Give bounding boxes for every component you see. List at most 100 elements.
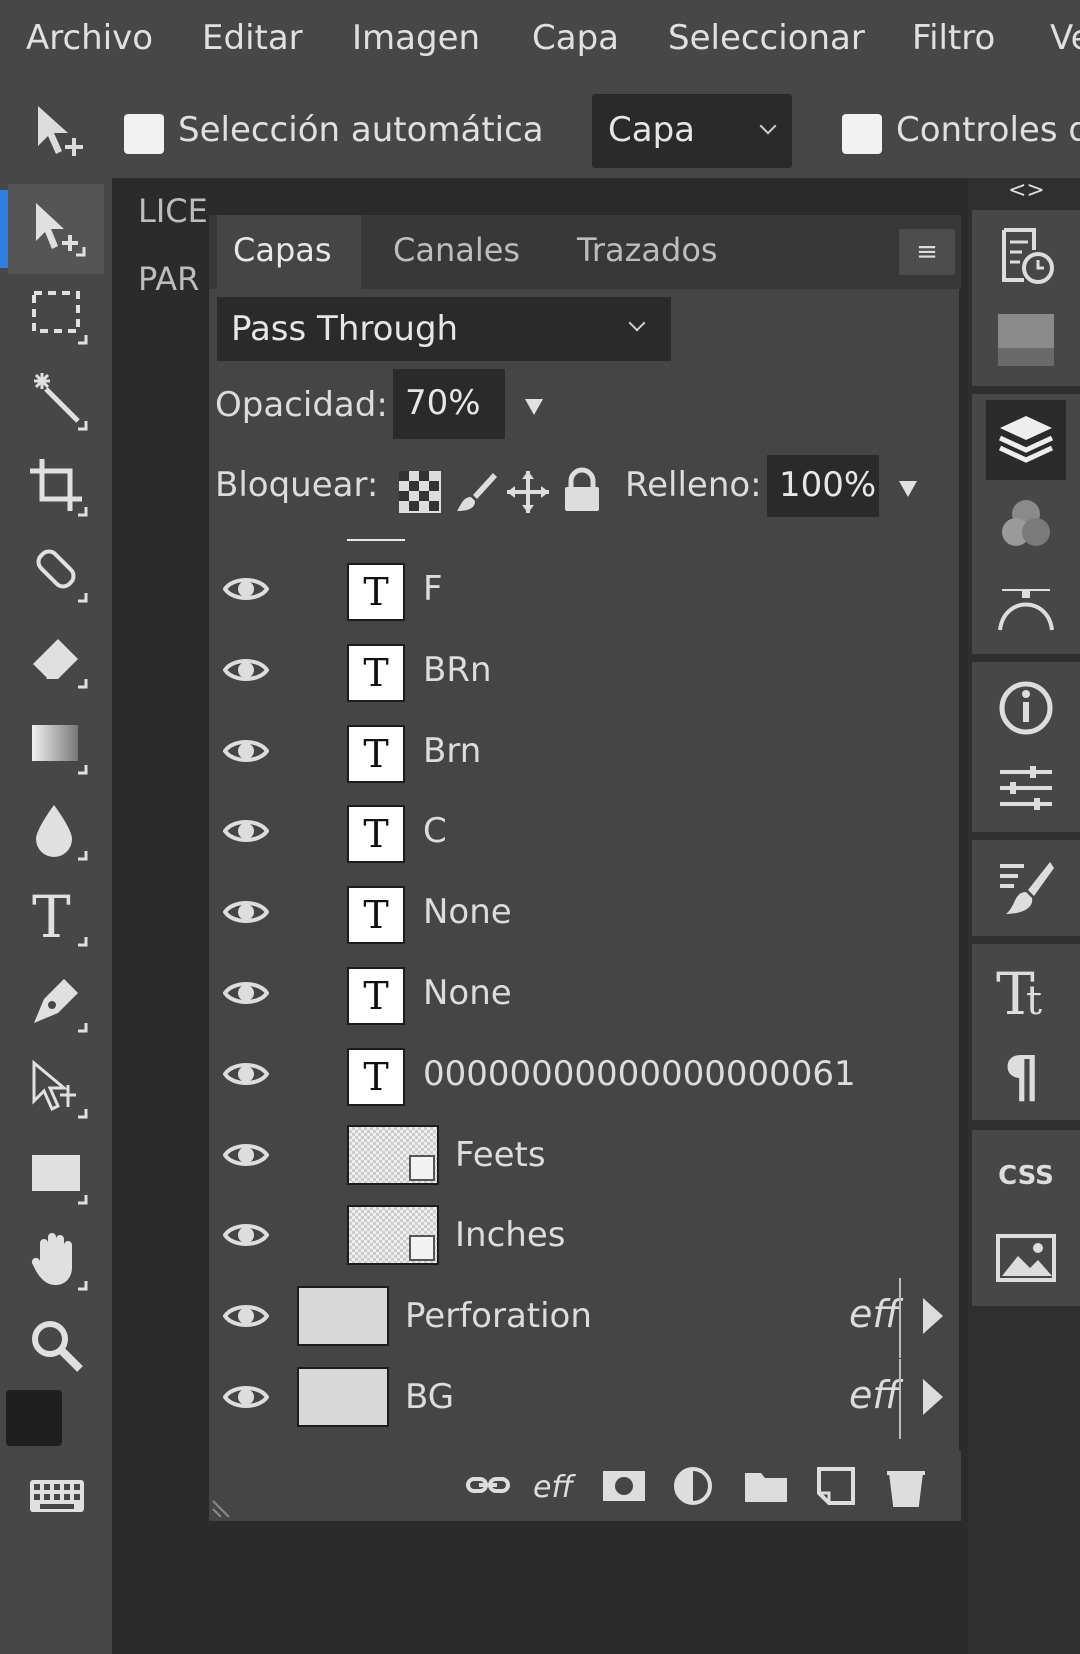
layer-effects-label[interactable]: eff: [849, 1292, 900, 1336]
menu-seleccionar[interactable]: Seleccionar: [668, 18, 865, 58]
blend-mode-dropdown[interactable]: Pass Through: [217, 297, 671, 361]
menu-imagen[interactable]: Imagen: [352, 18, 480, 58]
bandage-icon: [36, 549, 88, 603]
visibility-eye-icon[interactable]: [223, 1298, 269, 1334]
auto-select-label: Selección automática: [178, 110, 544, 150]
fill-input[interactable]: 100%: [767, 455, 879, 517]
opacity-dropdown-arrow-icon[interactable]: [525, 399, 543, 415]
lock-paint-brush-icon[interactable]: [453, 469, 499, 515]
foreground-color-swatch[interactable]: [6, 1390, 62, 1446]
right-group-6: CSS: [972, 1130, 1080, 1306]
crop-tool[interactable]: [12, 446, 102, 526]
transform-controls-checkbox[interactable]: [842, 114, 882, 154]
magic-wand-tool[interactable]: [12, 360, 102, 440]
keyboard-shortcuts[interactable]: [12, 1460, 102, 1530]
menu-editar[interactable]: Editar: [202, 18, 303, 58]
chevron-down-icon: [628, 314, 646, 332]
properties-panel-button[interactable]: [986, 748, 1066, 828]
layer-row[interactable]: BG eff: [209, 1359, 961, 1439]
eraser-tool[interactable]: [12, 618, 102, 698]
panel-menu-button[interactable]: ≡: [899, 229, 955, 275]
add-mask-icon[interactable]: [601, 1465, 647, 1507]
auto-select-target-dropdown[interactable]: Capa: [592, 94, 792, 168]
channels-panel-button[interactable]: [986, 484, 1066, 564]
visibility-eye-icon[interactable]: [223, 1379, 269, 1415]
layer-row[interactable]: T Brn: [209, 713, 961, 793]
visibility-eye-icon[interactable]: [223, 733, 269, 769]
marquee-tool[interactable]: [12, 274, 102, 354]
layer-row[interactable]: TC: [209, 793, 961, 873]
delete-layer-trash-icon[interactable]: [883, 1465, 929, 1507]
character-panel-button[interactable]: Tt: [986, 950, 1066, 1030]
auto-select-target-value: Capa: [608, 110, 695, 150]
blur-tool[interactable]: [12, 790, 102, 870]
layer-row[interactable]: Inches: [209, 1197, 961, 1277]
css-panel-button[interactable]: CSS: [986, 1136, 1066, 1216]
pen-nib-icon: [34, 979, 88, 1033]
auto-select-checkbox[interactable]: [124, 114, 164, 154]
shape-tool[interactable]: [12, 1134, 102, 1214]
layer-name: None: [423, 892, 512, 932]
fill-dropdown-arrow-icon[interactable]: [899, 481, 917, 497]
visibility-eye-icon[interactable]: [223, 813, 269, 849]
swatches-panel-button[interactable]: [986, 300, 1066, 380]
expand-effects-arrow-icon[interactable]: [923, 1379, 943, 1415]
expand-effects-arrow-icon[interactable]: [923, 1298, 943, 1334]
link-layers-icon[interactable]: [465, 1465, 511, 1507]
path-select-tool[interactable]: [12, 1048, 102, 1128]
scrolled-layer-thumb-edge: [347, 539, 405, 541]
visibility-eye-icon[interactable]: [223, 1217, 269, 1253]
lock-all-icon[interactable]: [559, 467, 605, 513]
adjustment-layer-icon[interactable]: [671, 1465, 717, 1507]
layer-row[interactable]: T BRn: [209, 632, 961, 712]
new-layer-icon[interactable]: [813, 1465, 859, 1507]
type-tool[interactable]: T: [12, 876, 102, 956]
layer-row[interactable]: TF: [209, 551, 961, 631]
collapse-panels-toggle[interactable]: <>: [1008, 178, 1045, 203]
paths-panel-button[interactable]: [986, 568, 1066, 648]
pen-tool[interactable]: [12, 962, 102, 1042]
opacity-input[interactable]: 70%: [393, 369, 505, 439]
visibility-eye-icon[interactable]: [223, 1056, 269, 1092]
hand-tool[interactable]: [12, 1220, 102, 1300]
layer-row[interactable]: T None: [209, 874, 961, 954]
menu-archivo[interactable]: Archivo: [26, 18, 153, 58]
menu-capa[interactable]: Capa: [532, 18, 619, 58]
gradient-tool[interactable]: [12, 704, 102, 784]
layer-row[interactable]: Perforation eff: [209, 1278, 961, 1358]
doc-tab-label-2[interactable]: PAR: [138, 260, 199, 298]
visibility-eye-icon[interactable]: [223, 1137, 269, 1173]
image-panel-button[interactable]: [986, 1218, 1066, 1298]
layer-row[interactable]: Feets: [209, 1117, 961, 1197]
brush-settings-button[interactable]: [986, 848, 1066, 928]
resize-grip-icon[interactable]: [209, 1497, 233, 1521]
lock-move-icon[interactable]: [505, 469, 551, 515]
layers-panel-button[interactable]: [986, 400, 1066, 480]
visibility-eye-icon[interactable]: [223, 652, 269, 688]
menu-vista[interactable]: Ve: [1050, 18, 1080, 58]
menu-filtro[interactable]: Filtro: [912, 18, 995, 58]
tab-canales[interactable]: Canales: [393, 231, 520, 269]
history-icon: [1002, 228, 1054, 284]
history-panel-button[interactable]: [986, 216, 1066, 296]
info-panel-button[interactable]: [986, 668, 1066, 748]
new-group-folder-icon[interactable]: [743, 1465, 789, 1507]
keyboard-icon: [30, 1480, 84, 1512]
healing-tool[interactable]: [12, 532, 102, 612]
lock-transparency-icon[interactable]: [397, 469, 443, 515]
layer-effects-label[interactable]: eff: [849, 1373, 900, 1417]
move-tool[interactable]: [12, 188, 102, 268]
visibility-eye-icon[interactable]: [223, 571, 269, 607]
visibility-eye-icon[interactable]: [223, 894, 269, 930]
doc-tab-label-1[interactable]: LICE: [138, 192, 208, 230]
tab-capas[interactable]: Capas: [217, 215, 361, 289]
visibility-eye-icon[interactable]: [223, 975, 269, 1011]
layer-row[interactable]: T None: [209, 955, 961, 1035]
layer-row[interactable]: T 00000000000000000061: [209, 1036, 961, 1116]
zoom-tool[interactable]: [12, 1306, 102, 1386]
layer-effects-icon[interactable]: eff: [531, 1465, 577, 1507]
paragraph-panel-button[interactable]: ¶: [986, 1032, 1066, 1112]
tab-trazados[interactable]: Trazados: [577, 231, 718, 269]
move-tool-icon[interactable]: [30, 100, 94, 164]
channels-icon: [1002, 500, 1050, 546]
